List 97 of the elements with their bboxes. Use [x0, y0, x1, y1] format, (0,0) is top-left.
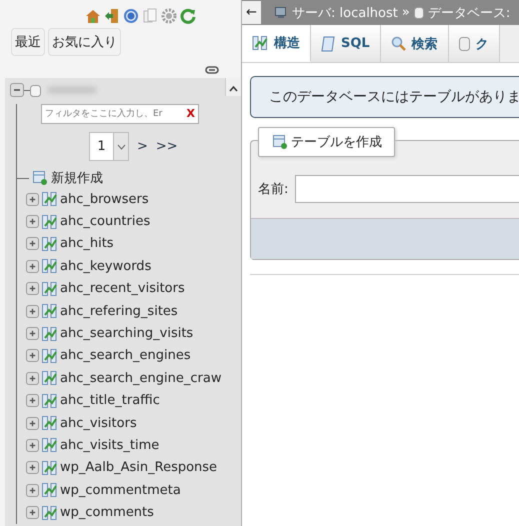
expand-toggle[interactable] — [26, 349, 39, 362]
table-icon[interactable] — [42, 460, 57, 475]
expand-toggle[interactable] — [26, 394, 39, 408]
new-item-link[interactable]: 新規作成 — [51, 169, 103, 187]
table-link[interactable]: ahc_browsers — [60, 192, 149, 207]
expand-toggle[interactable] — [26, 506, 39, 520]
table-icon[interactable] — [42, 394, 57, 408]
nav-button[interactable]: 最近 — [11, 28, 45, 56]
plus-icon — [28, 239, 37, 248]
home-icon[interactable] — [85, 8, 101, 24]
database-icon — [30, 84, 41, 96]
table-link[interactable]: wp_Aalb_Asin_Response — [60, 460, 218, 476]
table-icon[interactable] — [42, 371, 57, 386]
table-icon[interactable] — [42, 326, 57, 341]
table-icon[interactable] — [42, 214, 57, 229]
database-icon — [458, 36, 470, 50]
table-icon[interactable] — [42, 192, 57, 206]
new-table-icon — [273, 135, 287, 149]
table-icon[interactable] — [42, 282, 57, 296]
table-link[interactable]: ahc_visits_time — [60, 438, 160, 453]
expand-toggle[interactable] — [26, 304, 39, 318]
table-icon[interactable] — [42, 348, 57, 363]
table-link[interactable]: ahc_searching_visits — [60, 326, 194, 342]
table-icon[interactable] — [42, 483, 57, 498]
table-link[interactable]: wp_commentmeta — [60, 482, 181, 498]
exit-door-icon[interactable] — [104, 8, 120, 24]
back-button[interactable]: ← — [242, 1, 261, 24]
expand-toggle[interactable] — [26, 484, 39, 497]
table-link[interactable]: ahc_hits — [60, 236, 114, 252]
database-breadcrumb[interactable]: データベース: — [428, 4, 510, 22]
server-icon — [275, 6, 288, 19]
table-link[interactable]: ahc_recent_visitors — [60, 281, 185, 296]
plus-icon — [28, 440, 37, 450]
expand-toggle[interactable] — [26, 215, 39, 228]
expand-toggle[interactable] — [26, 461, 39, 474]
table-icon[interactable] — [42, 259, 57, 274]
scroll-up-icon[interactable] — [229, 86, 238, 92]
next-page-link[interactable]: > — [137, 139, 148, 154]
plus-icon — [28, 284, 37, 294]
expand-toggle[interactable] — [26, 282, 39, 296]
page-select[interactable]: 1 — [89, 132, 129, 161]
plus-icon — [28, 306, 37, 316]
table-link[interactable]: ahc_visitors — [60, 416, 137, 431]
plus-icon — [28, 396, 37, 406]
table-link[interactable]: ahc_keywords — [60, 258, 152, 274]
database-icon — [414, 6, 424, 18]
table-icon[interactable] — [42, 236, 57, 251]
scroll-icon — [321, 36, 335, 52]
plus-icon — [28, 463, 37, 472]
breadcrumb-separator: » — [402, 5, 410, 20]
plus-icon — [28, 217, 37, 226]
expand-toggle[interactable] — [26, 327, 39, 340]
tab[interactable]: 検索 — [380, 25, 449, 62]
tab[interactable]: ク — [448, 25, 500, 62]
server-breadcrumb[interactable]: サーバ: localhost — [292, 4, 398, 22]
expand-toggle[interactable] — [26, 438, 39, 452]
tab[interactable]: 構造 — [242, 25, 311, 62]
table-link[interactable]: ahc_search_engine_craw — [60, 370, 222, 386]
plus-icon — [28, 508, 37, 518]
plus-icon — [28, 418, 37, 428]
plus-icon — [28, 374, 37, 383]
table-icon — [252, 36, 268, 50]
clear-filter-button[interactable]: X — [186, 107, 195, 120]
table-link[interactable]: ahc_search_engines — [60, 348, 191, 364]
plus-icon — [28, 262, 37, 271]
settings-icon[interactable] — [161, 8, 177, 24]
tab[interactable]: SQL — [311, 25, 381, 62]
table-icon[interactable] — [42, 304, 57, 318]
table-icon[interactable] — [42, 506, 57, 520]
reload-icon[interactable] — [180, 8, 196, 24]
plus-icon — [28, 329, 37, 338]
help-icon[interactable] — [123, 8, 139, 24]
legend-text: テーブルを作成 — [291, 134, 382, 151]
new-table-icon — [33, 171, 47, 185]
expand-toggle[interactable] — [26, 416, 39, 430]
expand-toggle[interactable] — [26, 192, 39, 206]
search-icon — [390, 36, 406, 51]
table-icon[interactable] — [42, 438, 57, 452]
name-label: 名前: — [258, 181, 288, 198]
table-icon[interactable] — [42, 416, 57, 430]
plus-icon — [28, 486, 37, 495]
table-link[interactable]: ahc_title_traffic — [60, 393, 160, 408]
plus-icon — [28, 194, 37, 204]
nav-button[interactable]: お気に入り — [48, 28, 121, 56]
link-icon[interactable] — [205, 66, 219, 74]
notice-text: このデータベースにはテーブルがありま — [269, 88, 519, 106]
table-link[interactable]: ahc_countries — [60, 214, 150, 230]
name-field[interactable] — [295, 175, 519, 203]
collapse-toggle[interactable] — [10, 83, 24, 97]
plus-icon — [28, 351, 37, 360]
table-link[interactable]: ahc_refering_sites — [60, 304, 178, 319]
caret-icon — [116, 144, 126, 150]
expand-toggle[interactable] — [26, 260, 39, 273]
table-link[interactable]: wp_comments — [60, 505, 154, 520]
last-page-link[interactable]: >> — [156, 139, 178, 154]
expand-toggle[interactable] — [26, 237, 39, 250]
expand-toggle[interactable] — [26, 372, 39, 385]
